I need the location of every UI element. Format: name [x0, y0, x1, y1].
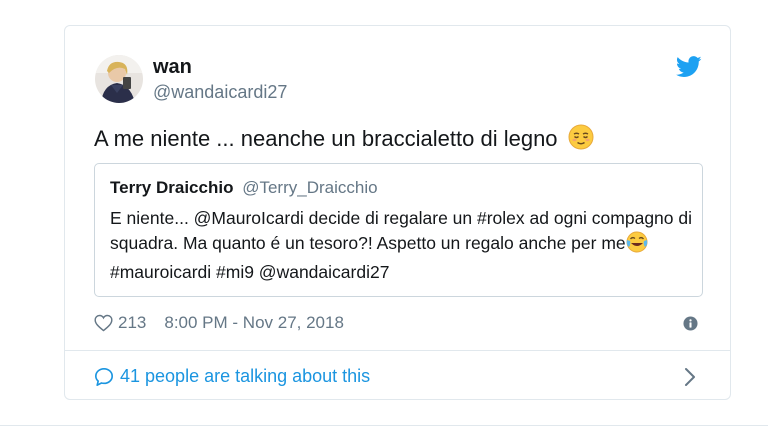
speech-bubble-icon: [95, 367, 113, 386]
tweet-meta: 213 8:00 PM - Nov 27, 2018: [94, 313, 344, 333]
relieved-face-emoji: [568, 124, 594, 156]
conversation-count-text: 41 people are talking about this: [120, 366, 371, 386]
tweet-text-content: A me niente ... neanche un braccialetto …: [94, 126, 558, 151]
page-bottom-rule: [0, 425, 768, 426]
embedded-tweet-card: wan @wandaicardi27 A me niente ... neanc…: [64, 25, 731, 400]
like-count[interactable]: 213: [118, 313, 146, 333]
quoted-tweet[interactable]: Terry Draicchio @Terry_Draicchio E nient…: [94, 163, 703, 297]
quoted-text-part1: E niente... @MauroIcardi decide di regal…: [110, 208, 693, 253]
info-icon[interactable]: [683, 316, 698, 331]
tweet-text: A me niente ... neanche un braccialetto …: [94, 124, 594, 156]
quoted-tweet-text: E niente... @MauroIcardi decide di regal…: [110, 206, 695, 285]
twitter-bird-icon[interactable]: [676, 56, 702, 78]
display-name[interactable]: wan: [153, 56, 192, 79]
heart-icon[interactable]: [94, 314, 113, 332]
quoted-text-part2: #mauroicardi #mi9 @wandaicardi27: [110, 262, 390, 282]
quoted-tweet-header: Terry Draicchio @Terry_Draicchio: [110, 178, 378, 198]
quoted-author-name: Terry Draicchio: [110, 178, 234, 197]
chevron-right-icon[interactable]: [684, 367, 696, 387]
face-with-tears-of-joy-emoji: [626, 231, 648, 260]
card-divider: [65, 350, 730, 351]
conversation-link[interactable]: 41 people are talking about this: [94, 366, 710, 387]
avatar[interactable]: [95, 55, 143, 103]
timestamp[interactable]: 8:00 PM - Nov 27, 2018: [164, 313, 344, 333]
user-handle[interactable]: @wandaicardi27: [153, 82, 287, 103]
quoted-author-handle: @Terry_Draicchio: [242, 178, 378, 197]
